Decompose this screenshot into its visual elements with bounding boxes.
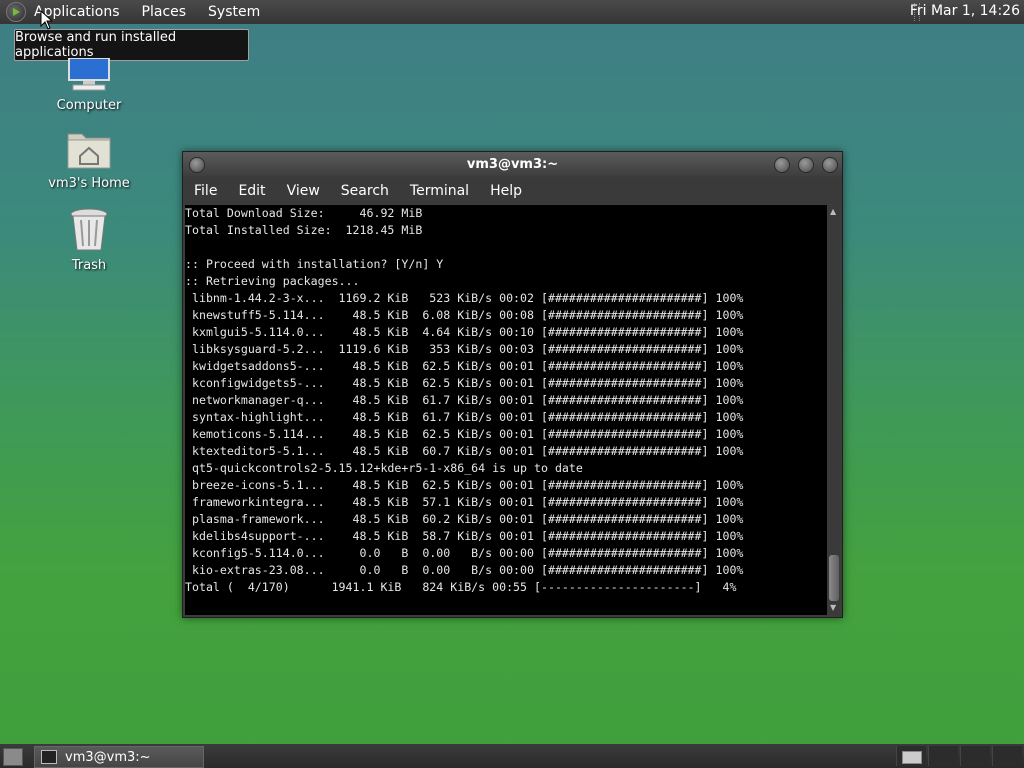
terminal-line: kconfig5-5.114.0... 0.0 B 0.00 B/s 00:00…: [185, 546, 744, 560]
terminal-line: kemoticons-5.114... 48.5 KiB 62.5 KiB/s …: [185, 427, 744, 441]
trash-icon: [70, 208, 108, 251]
menu-edit[interactable]: Edit: [238, 183, 265, 199]
maximize-button[interactable]: [798, 157, 814, 173]
window-title: vm3@vm3:~: [466, 156, 559, 172]
terminal-line: ktexteditor5-5.1... 48.5 KiB 60.7 KiB/s …: [185, 444, 744, 458]
menu-terminal[interactable]: Terminal: [410, 183, 469, 199]
desktop-icon-home[interactable]: vm3's Home: [44, 128, 134, 191]
mouse-cursor-icon: [40, 10, 52, 30]
workspace-window-preview: [902, 751, 922, 764]
show-desktop-icon[interactable]: [3, 748, 23, 766]
top-panel: Applications Places System Fri Mar 1, 14…: [0, 0, 1024, 24]
window-menu-button[interactable]: [189, 157, 205, 173]
terminal-line: kdelibs4support-... 48.5 KiB 58.7 KiB/s …: [185, 529, 744, 543]
terminal-line: networkmanager-q... 48.5 KiB 61.7 KiB/s …: [185, 393, 744, 407]
terminal-line: plasma-framework... 48.5 KiB 60.2 KiB/s …: [185, 512, 744, 526]
menu-search[interactable]: Search: [341, 183, 389, 199]
terminal-scrollbar[interactable]: ▲ ▼: [828, 205, 840, 615]
terminal-line: knewstuff5-5.114... 48.5 KiB 6.08 KiB/s …: [185, 308, 744, 322]
tooltip: Browse and run installed applications: [14, 29, 249, 61]
terminal-line: :: Proceed with installation? [Y/n] Y: [185, 257, 444, 271]
terminal-line: breeze-icons-5.1... 48.5 KiB 62.5 KiB/s …: [185, 478, 744, 492]
terminal-line: libnm-1.44.2-3-x... 1169.2 KiB 523 KiB/s…: [185, 291, 744, 305]
terminal-line: Total ( 4/170) 1941.1 KiB 824 KiB/s 00:5…: [185, 580, 737, 594]
desktop-icon-label: vm3's Home: [48, 176, 130, 191]
system-menu[interactable]: System: [208, 4, 260, 20]
distro-logo-icon[interactable]: [6, 2, 26, 22]
window-titlebar[interactable]: vm3@vm3:~: [183, 152, 842, 176]
desktop-icon-trash[interactable]: Trash: [44, 208, 134, 273]
desktop-icon-label: Computer: [56, 98, 122, 113]
workspace-3[interactable]: [960, 746, 990, 766]
terminal-line: kwidgetsaddons5-... 48.5 KiB 62.5 KiB/s …: [185, 359, 744, 373]
terminal-line: libksysguard-5.2... 1119.6 KiB 353 KiB/s…: [185, 342, 744, 356]
computer-icon: [68, 57, 110, 91]
terminal-line: Total Installed Size: 1218.45 MiB: [185, 223, 423, 237]
places-menu[interactable]: Places: [142, 4, 187, 20]
desktop-icon-label: Trash: [71, 258, 107, 273]
menu-file[interactable]: File: [194, 183, 217, 199]
terminal-window[interactable]: vm3@vm3:~ File Edit View Search Terminal…: [182, 151, 843, 618]
scroll-up-arrow-icon[interactable]: ▲: [830, 207, 836, 216]
home-folder-icon: [67, 133, 111, 169]
terminal-line: frameworkintegra... 48.5 KiB 57.1 KiB/s …: [185, 495, 744, 509]
menu-help[interactable]: Help: [490, 183, 522, 199]
terminal-line: kconfigwidgets5-... 48.5 KiB 62.5 KiB/s …: [185, 376, 744, 390]
terminal-menubar: File Edit View Search Terminal Help: [183, 177, 842, 204]
clock[interactable]: Fri Mar 1, 14:26: [910, 3, 1020, 19]
close-button[interactable]: [822, 157, 838, 173]
terminal-output[interactable]: Total Download Size: 46.92 MiB Total Inst…: [185, 205, 827, 615]
workspace-4[interactable]: [992, 746, 1022, 766]
minimize-button[interactable]: [774, 157, 790, 173]
taskbar-window-label: vm3@vm3:~: [65, 749, 151, 765]
terminal-icon: [41, 750, 57, 764]
menu-view[interactable]: View: [287, 183, 320, 199]
terminal-line: qt5-quickcontrols2-5.15.12+kde+r5-1-x86_…: [185, 461, 583, 475]
taskbar-window-button[interactable]: vm3@vm3:~: [34, 746, 204, 768]
terminal-line: :: Retrieving packages...: [185, 274, 360, 288]
desktop-icon-computer[interactable]: Computer: [44, 57, 134, 113]
bottom-panel: vm3@vm3:~: [0, 744, 1024, 768]
scrollbar-thumb[interactable]: [829, 555, 839, 601]
terminal-line: syntax-highlight... 48.5 KiB 61.7 KiB/s …: [185, 410, 744, 424]
workspace-2[interactable]: [928, 746, 958, 766]
scroll-down-arrow-icon[interactable]: ▼: [830, 603, 836, 612]
terminal-line: Total Download Size: 46.92 MiB: [185, 206, 423, 220]
workspace-1[interactable]: [896, 746, 926, 766]
terminal-line: kxmlgui5-5.114.0... 48.5 KiB 4.64 KiB/s …: [185, 325, 744, 339]
terminal-line: kio-extras-23.08... 0.0 B 0.00 B/s 00:00…: [185, 563, 744, 577]
